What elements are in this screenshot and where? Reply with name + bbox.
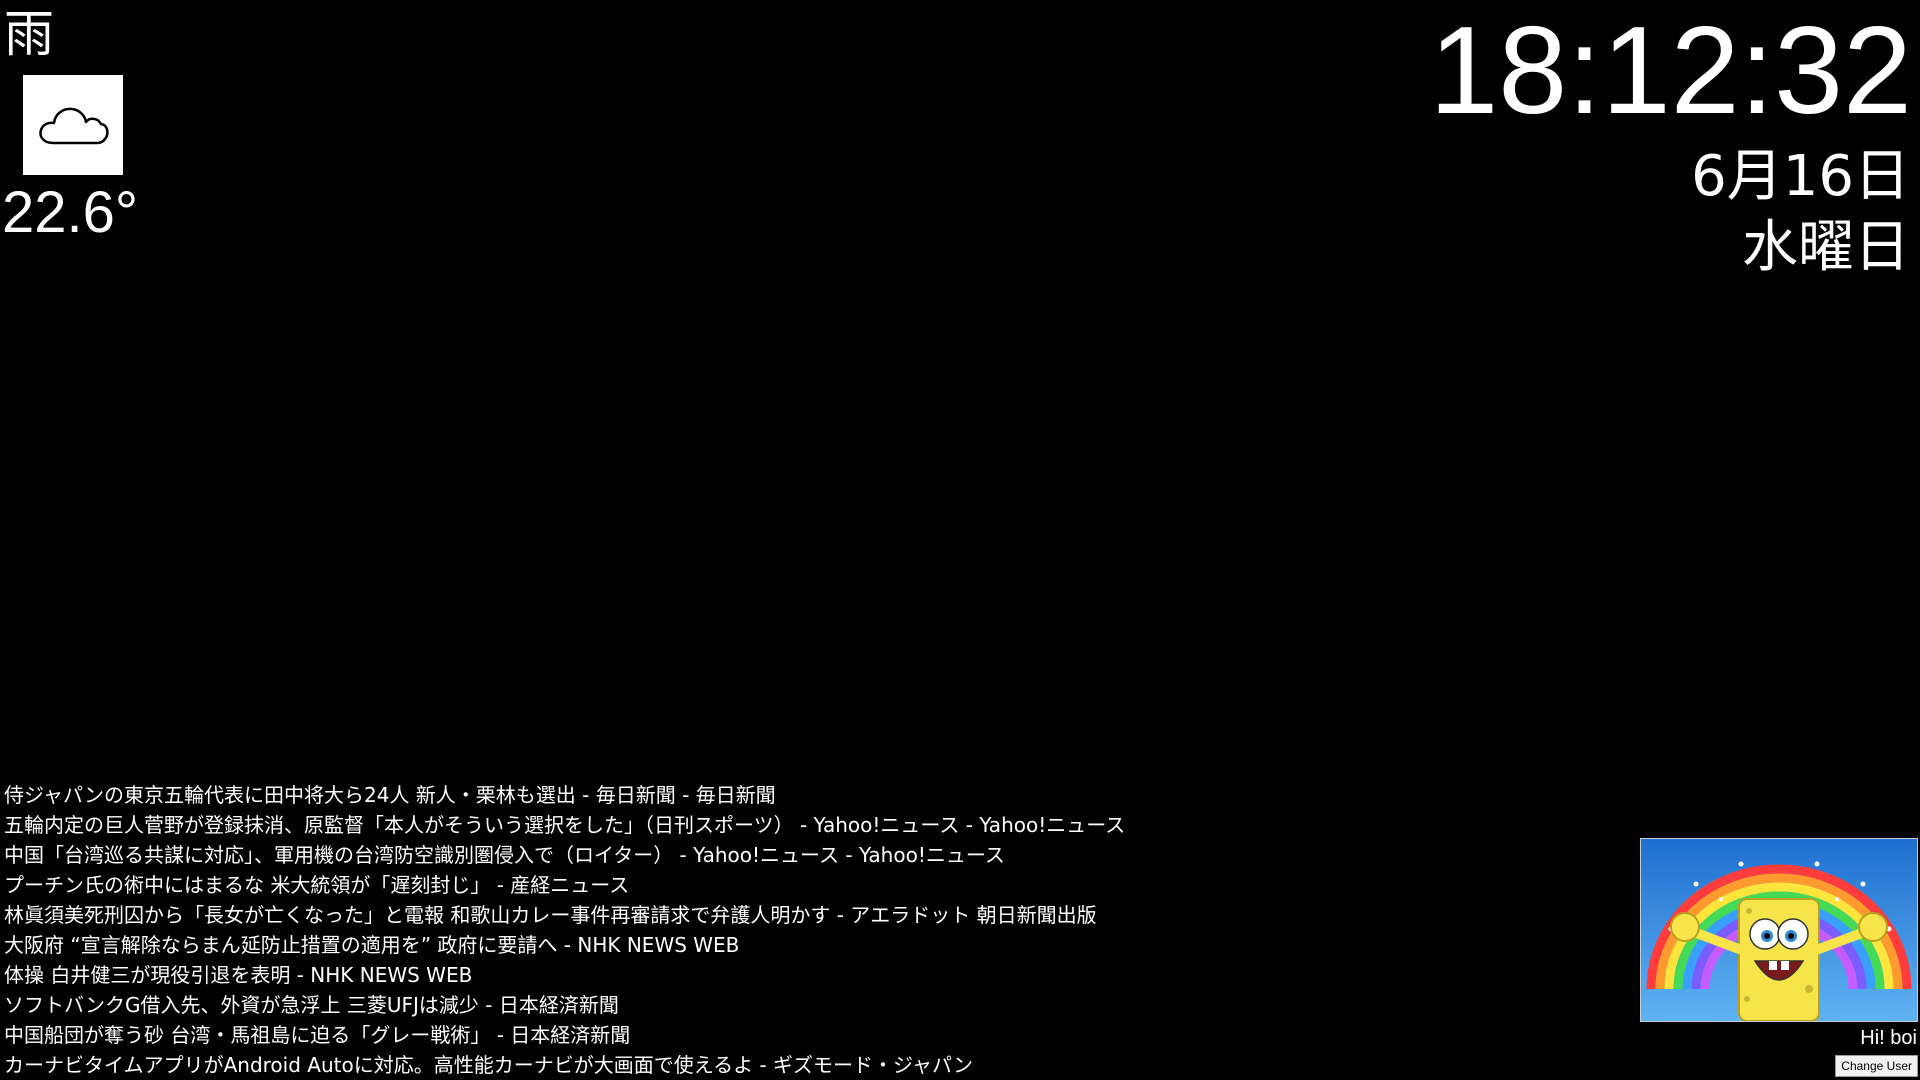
clock-date: 6月16日	[1691, 144, 1910, 209]
news-headline: 侍ジャパンの東京五輪代表に田中将大ら24人 新人・栗林も選出 - 毎日新聞 - …	[4, 783, 776, 807]
weather-temperature: 22.6°	[2, 180, 139, 245]
cloud-icon	[39, 107, 109, 145]
weather-condition: 雨	[4, 5, 54, 63]
news-headline: プーチン氏の術中にはまるな 米大統領が「遅刻封じ」 - 産経ニュース	[4, 873, 630, 897]
news-headline: 大阪府 “宣言解除ならまん延防止措置の適用を” 政府に要請へ - NHK NEW…	[4, 933, 740, 957]
news-headline: カーナビタイムアプリがAndroid Autoに対応。高性能カーナビが大画面で使…	[4, 1053, 974, 1077]
weather-icon-box	[23, 75, 123, 175]
news-headlines-list: 侍ジャパンの東京五輪代表に田中将大ら24人 新人・栗林も選出 - 毎日新聞 - …	[4, 780, 1125, 1080]
clock-time: 18:12:32	[1429, 2, 1912, 140]
user-profile-image	[1640, 838, 1918, 1022]
user-greeting: Hi! boi	[1860, 1027, 1917, 1049]
news-headline: 体操 白井健三が現役引退を表明 - NHK NEWS WEB	[4, 963, 473, 987]
news-headline: 中国船団が奪う砂 台湾・馬祖島に迫る「グレー戦術」 - 日本経済新聞	[4, 1023, 631, 1047]
news-headline: 五輪内定の巨人菅野が登録抹消、原監督「本人がそういう選択をした」（日刊スポーツ）…	[4, 813, 1126, 837]
news-headline: ソフトバンクG借入先、外資が急浮上 三菱UFJは減少 - 日本経済新聞	[4, 993, 619, 1017]
news-headline: 林眞須美死刑囚から「長女が亡くなった」と電報 和歌山カレー事件再審請求で弁護人明…	[4, 903, 1097, 927]
spongebob-rainbow-image	[1641, 839, 1917, 1021]
news-headline: 中国「台湾巡る共謀に対応」、軍用機の台湾防空識別圏侵入で（ロイター） - Yah…	[4, 843, 1005, 867]
change-user-button[interactable]: Change User	[1835, 1055, 1918, 1077]
clock-weekday: 水曜日	[1742, 215, 1910, 280]
